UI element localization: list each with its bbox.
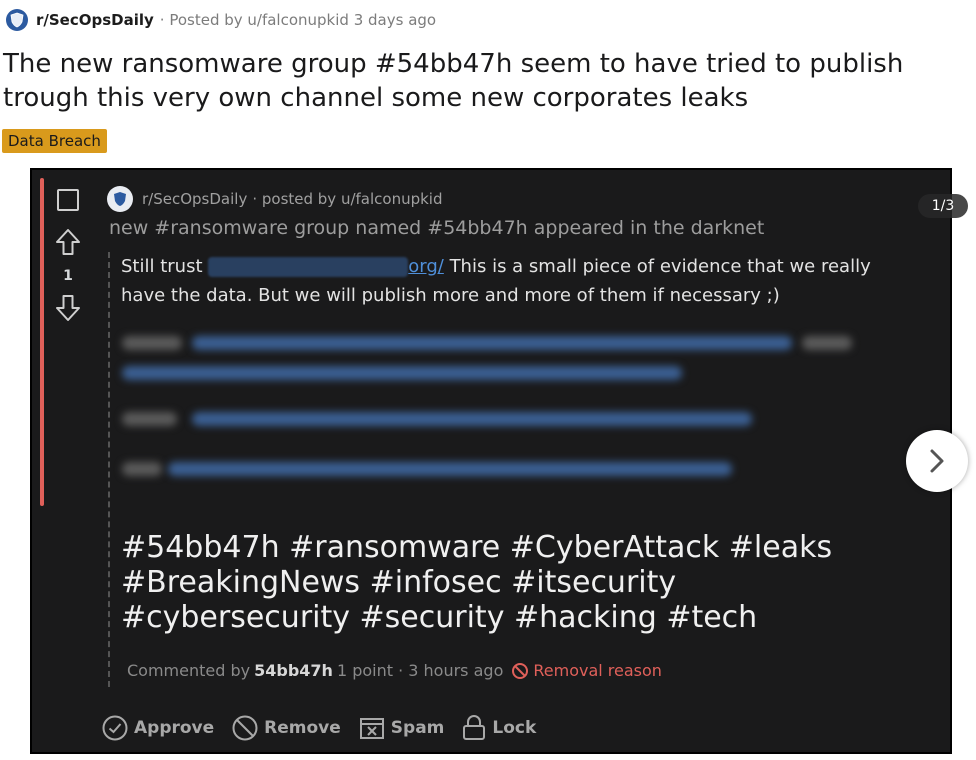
screenshot-posted-by: · posted by u/falconupkid xyxy=(252,190,443,208)
vote-count: 1 xyxy=(63,268,73,284)
screenshot-subreddit: r/SecOpsDaily xyxy=(142,190,248,208)
spam-label: Spam xyxy=(390,718,445,738)
redacted-label xyxy=(122,336,182,350)
remove-button: Remove xyxy=(232,715,341,741)
comment-stats: 1 point · 3 hours ago xyxy=(336,661,504,680)
comment-body: Still trust org/ This is a small piece o… xyxy=(121,252,901,310)
subreddit-link[interactable]: r/SecOpsDaily xyxy=(36,11,154,29)
redacted-link xyxy=(192,412,752,426)
post-image-screenshot[interactable]: 1 r/SecOpsDaily · posted by u/falconupki… xyxy=(30,168,952,754)
flair-badge[interactable]: Data Breach xyxy=(2,129,107,153)
chevron-right-icon xyxy=(930,449,944,473)
subreddit-avatar-icon[interactable] xyxy=(6,9,28,31)
lock-icon xyxy=(463,715,486,740)
commented-by-label: Commented by xyxy=(127,661,251,680)
lock-label: Lock xyxy=(492,718,537,738)
mod-actions-bar: Approve Remove Spam Lock xyxy=(102,715,554,741)
redacted-text xyxy=(802,336,852,350)
check-circle-icon xyxy=(102,715,128,741)
select-checkbox xyxy=(57,189,79,211)
hashtags: #54bb47h #ransomware #CyberAttack #leaks… xyxy=(121,530,833,635)
comment-author: 54bb47h xyxy=(254,661,333,680)
removed-accent-bar xyxy=(40,178,44,506)
post-age: 3 days ago xyxy=(353,11,437,29)
upvote-icon xyxy=(56,229,80,255)
post-header: r/SecOpsDaily · Posted by u/falconupkid … xyxy=(6,8,436,32)
spam-icon xyxy=(359,718,384,739)
approve-button: Approve xyxy=(102,715,214,741)
posted-by[interactable]: · Posted by u/falconupkid xyxy=(160,11,349,29)
redacted-label xyxy=(122,462,162,476)
removal-reason-label: Removal reason xyxy=(533,661,662,680)
gallery-counter: 1/3 xyxy=(918,194,968,218)
redacted-label xyxy=(122,412,177,426)
gallery-next-button[interactable] xyxy=(906,430,968,492)
lock-button: Lock xyxy=(462,715,536,741)
subreddit-avatar-icon xyxy=(107,186,133,212)
spam-button: Spam xyxy=(359,715,445,741)
prohibited-icon xyxy=(512,662,529,679)
redacted-link xyxy=(122,366,682,380)
approve-label: Approve xyxy=(134,718,215,738)
remove-label: Remove xyxy=(264,718,341,738)
comment-text-start: Still trust xyxy=(121,256,203,277)
redacted-link xyxy=(192,336,792,350)
prohibited-icon xyxy=(232,715,258,741)
removal-reason: Removal reason xyxy=(507,661,662,680)
comment-meta: Commented by 54bb47h 1 point · 3 hours a… xyxy=(127,661,662,680)
redacted-url xyxy=(208,257,409,277)
screenshot-post-title: new #ransomware group named #54bb47h app… xyxy=(109,217,765,239)
screenshot-post-header: r/SecOpsDaily · posted by u/falconupkid xyxy=(107,186,442,212)
thread-line xyxy=(108,252,110,687)
post-author-meta: · Posted by u/falconupkid 3 days ago xyxy=(160,11,436,29)
redacted-link xyxy=(168,462,732,476)
downvote-icon xyxy=(56,295,80,321)
post-title[interactable]: The new ransomware group #54bb47h seem t… xyxy=(3,47,963,115)
comment-link: org/ xyxy=(408,256,444,277)
